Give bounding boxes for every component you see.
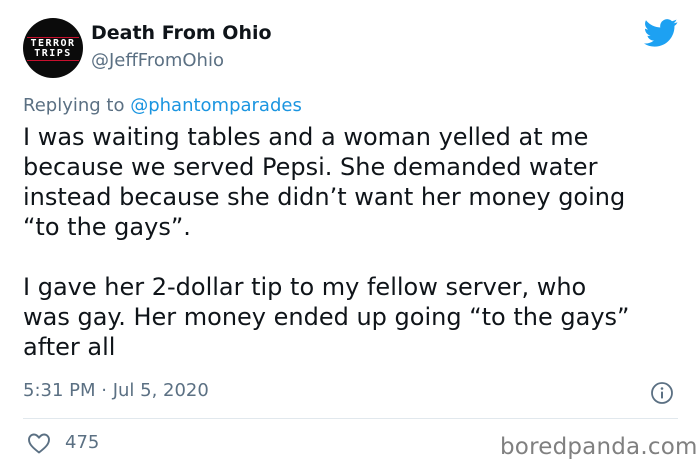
avatar-stripe <box>27 60 79 61</box>
display-name[interactable]: Death From Ohio <box>91 22 272 44</box>
watermark: boredpanda.com <box>500 434 698 460</box>
avatar-text-line2: TRIPS <box>34 48 72 59</box>
tweet-paragraph: I gave her 2-dollar tip to my fellow ser… <box>23 273 630 361</box>
replying-to-prefix: Replying to <box>23 95 131 116</box>
divider <box>23 418 678 419</box>
replying-to: Replying to @phantomparades <box>23 95 302 116</box>
tweet-card: TERROR TRIPS Death From Ohio @JeffFromOh… <box>0 0 700 471</box>
user-handle[interactable]: @JeffFromOhio <box>91 50 224 71</box>
replying-to-link[interactable]: @phantomparades <box>130 95 302 116</box>
info-icon[interactable] <box>650 381 674 405</box>
avatar[interactable]: TERROR TRIPS <box>23 18 83 78</box>
tweet-paragraph: I was waiting tables and a woman yelled … <box>23 123 626 241</box>
heart-icon[interactable] <box>26 432 52 454</box>
twitter-bird-icon[interactable] <box>644 18 678 48</box>
timestamp[interactable]: 5:31 PM · Jul 5, 2020 <box>23 380 209 401</box>
like-count[interactable]: 475 <box>65 432 99 453</box>
tweet-text: I was waiting tables and a woman yelled … <box>23 122 683 362</box>
